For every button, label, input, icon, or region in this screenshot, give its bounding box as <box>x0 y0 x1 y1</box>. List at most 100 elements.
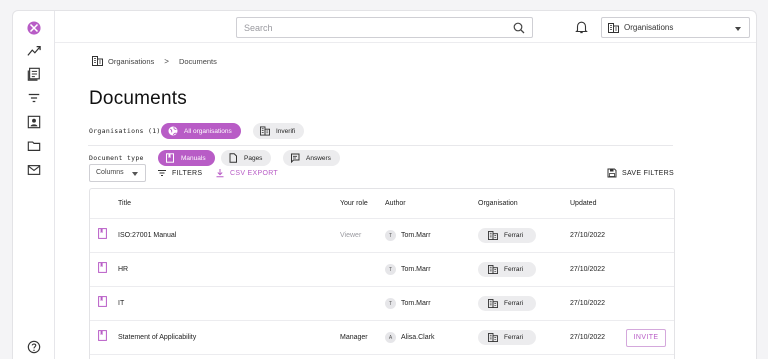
header-title[interactable]: Title <box>118 189 131 218</box>
doc-updated: 27/10/2022 <box>570 266 606 273</box>
save-filters-button[interactable]: SAVE FILTERS <box>607 168 674 178</box>
organisation-chip[interactable]: Ferrari <box>478 330 537 345</box>
book-icon <box>166 153 174 163</box>
logo-icon[interactable] <box>26 20 42 36</box>
doc-updated: 27/10/2022 <box>570 334 606 341</box>
chip-answers[interactable]: Answers <box>283 150 340 166</box>
building-icon <box>608 23 619 33</box>
chevron-down-icon <box>735 27 741 31</box>
doc-role: Viewer <box>340 232 362 239</box>
globe-icon <box>168 126 178 136</box>
document-type-filter-label: Document type <box>89 154 144 162</box>
avatar: T <box>385 298 396 309</box>
book-icon <box>98 262 107 273</box>
building-icon <box>488 231 498 240</box>
mail-icon[interactable] <box>26 162 42 178</box>
download-icon <box>216 169 224 178</box>
doc-title[interactable]: HR <box>118 253 128 286</box>
breadcrumb-root[interactable]: Organisations <box>108 57 154 66</box>
trend-icon[interactable] <box>26 43 42 59</box>
table-row[interactable]: ISO:27001 Manual Viewer T Tom.Marr Ferra… <box>90 219 674 253</box>
doc-author: A Alisa.Clark <box>385 321 434 354</box>
doc-title[interactable]: ISO:27001 Manual <box>118 219 176 252</box>
search-icon[interactable] <box>513 22 525 34</box>
organisation-select[interactable]: Organisations <box>601 17 750 38</box>
doc-updated: 27/10/2022 <box>570 232 606 239</box>
avatar: A <box>385 332 396 343</box>
search-placeholder: Search <box>244 23 273 33</box>
doc-title[interactable]: IT <box>118 287 124 320</box>
page-icon <box>229 153 237 163</box>
divider <box>88 145 673 146</box>
bell-icon[interactable] <box>575 20 588 34</box>
answer-icon <box>291 153 300 163</box>
chip-label: Inverifi <box>276 127 296 135</box>
doc-organisation: Ferrari <box>478 219 537 252</box>
organisation-chip[interactable]: Ferrari <box>478 228 537 243</box>
breadcrumb-current: Documents <box>178 56 217 66</box>
app-window: Search Organisations Organisations > Doc… <box>12 10 757 359</box>
organisation-name: Ferrari <box>504 334 524 341</box>
chip-manuals[interactable]: Manuals <box>158 150 215 166</box>
filter-icon[interactable] <box>26 90 42 106</box>
filters-button[interactable]: FILTERS <box>157 168 202 178</box>
doc-updated: 27/10/2022 <box>570 300 606 307</box>
folder-icon[interactable] <box>26 138 42 154</box>
news-icon[interactable] <box>26 66 42 82</box>
building-icon <box>488 265 498 274</box>
table-row[interactable]: HR T Tom.Marr Ferrari 27/10/2022 <box>90 253 674 287</box>
breadcrumb: Organisations > Documents <box>92 56 217 66</box>
save-filters-label: SAVE FILTERS <box>622 169 674 177</box>
author-name: Tom.Marr <box>401 266 431 273</box>
chip-pages[interactable]: Pages <box>221 150 272 166</box>
save-icon <box>607 168 617 178</box>
table-row[interactable]: IT T Tom.Marr Ferrari 27/10/2022 <box>90 287 674 321</box>
book-icon <box>98 296 107 307</box>
table-row[interactable]: Statement of Applicability Manager A Ali… <box>90 321 674 355</box>
doc-organisation: Ferrari <box>478 321 537 354</box>
chevron-down-icon <box>132 172 138 176</box>
doc-title[interactable]: Statement of Applicability <box>118 321 196 354</box>
organisation-name: Ferrari <box>504 266 524 273</box>
header-role[interactable]: Your role <box>340 189 368 218</box>
csv-export-label: CSV EXPORT <box>230 169 278 177</box>
building-icon <box>92 56 103 66</box>
chip-label: Pages <box>244 154 263 162</box>
chip-label: Manuals <box>181 154 206 162</box>
top-bar: Search Organisations <box>55 11 756 43</box>
organisations-filter-label: Organisations (1) <box>89 127 161 135</box>
sidebar <box>13 11 55 359</box>
breadcrumb-separator: > <box>164 56 169 66</box>
columns-label: Columns <box>96 169 124 176</box>
organisation-chip[interactable]: Ferrari <box>478 296 537 311</box>
search-input[interactable]: Search <box>236 17 533 38</box>
author-name: Alisa.Clark <box>401 334 435 341</box>
table-header: Title Your role Author Organisation Upda… <box>90 189 674 219</box>
account-box-icon[interactable] <box>26 114 42 130</box>
header-author[interactable]: Author <box>385 189 406 218</box>
avatar: T <box>385 230 396 241</box>
doc-author: T Tom.Marr <box>385 287 431 320</box>
organisation-chip[interactable]: Ferrari <box>478 262 537 277</box>
header-organisation[interactable]: Organisation <box>478 189 518 218</box>
columns-dropdown[interactable]: Columns <box>89 164 146 182</box>
header-updated[interactable]: Updated <box>570 189 596 218</box>
doc-organisation: Ferrari <box>478 253 537 286</box>
chip-label: Answers <box>306 154 331 162</box>
doc-author: T Tom.Marr <box>385 253 431 286</box>
csv-export-button[interactable]: CSV EXPORT <box>215 168 278 178</box>
chip-all-organisations[interactable]: All organisations <box>161 123 241 139</box>
chip-inverifi[interactable]: Inverifi <box>253 123 305 139</box>
filters-label: FILTERS <box>172 169 203 177</box>
building-icon <box>488 333 498 342</box>
organisation-name: Ferrari <box>504 300 524 307</box>
page-title: Documents <box>89 88 187 109</box>
invite-button[interactable]: INVITE <box>626 328 666 347</box>
documents-table: Title Your role Author Organisation Upda… <box>89 188 675 359</box>
help-icon[interactable] <box>26 339 42 355</box>
doc-author: T Tom.Marr <box>385 219 431 252</box>
chip-label: All organisations <box>184 127 232 135</box>
row-action: INVITE <box>626 321 666 354</box>
doc-organisation: Ferrari <box>478 287 537 320</box>
book-icon <box>98 330 107 341</box>
